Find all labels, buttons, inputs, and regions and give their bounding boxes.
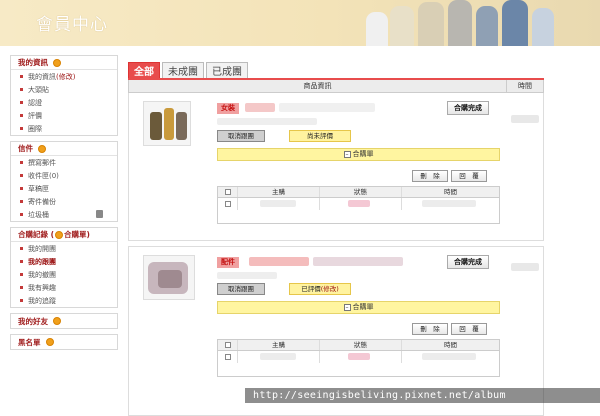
column-time: 時間 bbox=[518, 82, 532, 90]
sidebar-item-my-info[interactable]: 我的資訊 (修改) bbox=[11, 70, 117, 83]
sidebar-item-compose[interactable]: 撰寫郵件 bbox=[11, 156, 117, 169]
main-content: 全部 未成團 已成團 商品資訊 時間 女裝 合購完成 取消跟團 尚未評價 – 合購… bbox=[128, 60, 544, 416]
tab-not-formed[interactable]: 未成團 bbox=[162, 62, 204, 78]
page-title: 會員中心 bbox=[36, 15, 108, 35]
sidebar-section-friends[interactable]: 我的好友 bbox=[10, 313, 118, 329]
sidebar-item-inbox[interactable]: 收件匣(0) bbox=[11, 169, 117, 182]
sidebar-item-my-hosted[interactable]: 我的開團 bbox=[11, 242, 117, 255]
sidebar-item-verification[interactable]: 認證 bbox=[11, 96, 117, 109]
sidebar-section-title: 黑名單 bbox=[11, 335, 117, 349]
blurred-title bbox=[249, 257, 309, 266]
group-order-table: 主購 狀態 時間 bbox=[217, 339, 500, 377]
sidebar-item-drafts[interactable]: 草稿匣 bbox=[11, 182, 117, 195]
column-host: 主購 bbox=[238, 340, 320, 350]
collapse-icon[interactable]: – bbox=[343, 303, 351, 311]
sidebar-section-mail: 信件 撰寫郵件 收件匣(0) 草稿匣 寄件備份 垃圾桶 bbox=[10, 141, 118, 222]
review-button[interactable]: 尚未評價 bbox=[289, 130, 351, 142]
blurred-detail bbox=[217, 118, 317, 125]
sidebar-section-title: 信件 bbox=[11, 142, 117, 156]
sidebar-item-avatar[interactable]: 大頭貼 bbox=[11, 83, 117, 96]
mail-dot-icon bbox=[38, 144, 46, 153]
row-checkbox[interactable] bbox=[224, 200, 231, 207]
tab-formed[interactable]: 已成團 bbox=[206, 62, 248, 78]
group-order-bar[interactable]: – 合購單 bbox=[217, 301, 500, 314]
sidebar-item-sent[interactable]: 寄件備份 bbox=[11, 195, 117, 208]
group-order-table: 主購 狀態 時間 bbox=[217, 186, 500, 224]
product-thumbnail[interactable] bbox=[143, 255, 195, 300]
blurred-title bbox=[245, 103, 275, 112]
sidebar-section-title: 合購記錄 (合購單) bbox=[11, 228, 117, 242]
tab-all[interactable]: 全部 bbox=[128, 62, 160, 78]
friends-dot-icon bbox=[53, 317, 61, 325]
tab-bar: 全部 未成團 已成團 bbox=[128, 60, 544, 78]
blurred-detail bbox=[217, 272, 277, 279]
category-tag: 女裝 bbox=[217, 103, 239, 114]
group-order-bar[interactable]: – 合購單 bbox=[217, 148, 500, 161]
blurred-title bbox=[279, 103, 375, 112]
header-banner: 會員中心 bbox=[0, 0, 600, 46]
sidebar-item-my-joined[interactable]: 我的跟團 bbox=[11, 255, 117, 268]
sidebar-section-info: 我的資訊 我的資訊 (修改) 大頭貼 認證 評價 圈際 bbox=[10, 55, 118, 136]
blurred-time bbox=[511, 263, 539, 271]
cancel-join-button[interactable]: 取消跟團 bbox=[217, 283, 265, 295]
category-tag: 配件 bbox=[217, 257, 239, 268]
watermark-url: http://seeingisbeliving.pixnet.net/album bbox=[245, 388, 600, 403]
table-row bbox=[218, 351, 499, 363]
delete-button[interactable]: 刪 除 bbox=[412, 170, 448, 182]
cancel-join-button[interactable]: 取消跟團 bbox=[217, 130, 265, 142]
product-thumbnail[interactable] bbox=[143, 101, 191, 146]
member-silhouettes-image bbox=[366, 0, 556, 46]
reply-button[interactable]: 回 覆 bbox=[451, 323, 487, 335]
review-edit-link[interactable]: (修改) bbox=[321, 285, 339, 293]
group-dot-icon bbox=[55, 230, 64, 239]
sub-table-header: 主購 狀態 時間 bbox=[218, 340, 499, 351]
blurred-time bbox=[511, 115, 539, 123]
sidebar-item-reviews[interactable]: 評價 bbox=[11, 109, 117, 122]
collapse-icon[interactable]: – bbox=[343, 150, 351, 158]
sidebar-item-circle[interactable]: 圈際 bbox=[11, 122, 117, 135]
sidebar-item-my-withdrawn[interactable]: 我的撤團 bbox=[11, 268, 117, 281]
info-dot-icon bbox=[53, 58, 61, 67]
sidebar-item-interested[interactable]: 我有興趣 bbox=[11, 281, 117, 294]
sidebar-section-title: 我的資訊 bbox=[11, 56, 117, 70]
sidebar-section-blacklist[interactable]: 黑名單 bbox=[10, 334, 118, 350]
sidebar-item-trash[interactable]: 垃圾桶 bbox=[11, 208, 117, 221]
select-all-checkbox[interactable] bbox=[224, 189, 231, 195]
reply-button[interactable]: 回 覆 bbox=[451, 170, 487, 182]
blacklist-dot-icon bbox=[45, 338, 54, 346]
sidebar-section-title: 我的好友 bbox=[11, 314, 117, 328]
sub-table-header: 主購 狀態 時間 bbox=[218, 187, 499, 198]
column-status: 狀態 bbox=[320, 340, 402, 350]
complete-group-button[interactable]: 合購完成 bbox=[447, 101, 489, 115]
select-all-checkbox[interactable] bbox=[224, 342, 231, 348]
column-host: 主購 bbox=[238, 187, 320, 197]
order-card: 女裝 合購完成 取消跟團 尚未評價 – 合購單 刪 除 回 覆 主購 狀態 時間 bbox=[128, 93, 544, 241]
column-time: 時間 bbox=[444, 341, 457, 349]
column-time: 時間 bbox=[444, 188, 457, 196]
sidebar-section-group-buy: 合購記錄 (合購單) 我的開團 我的跟團 我的撤團 我有興趣 我的追蹤 bbox=[10, 227, 118, 308]
table-row bbox=[218, 198, 499, 210]
sidebar: 我的資訊 我的資訊 (修改) 大頭貼 認證 評價 圈際 信件 撰寫郵件 收件匣(0… bbox=[10, 55, 118, 403]
complete-group-button[interactable]: 合購完成 bbox=[447, 255, 489, 269]
table-header: 商品資訊 時間 bbox=[128, 80, 544, 93]
blurred-title bbox=[313, 257, 403, 266]
delete-button[interactable]: 刪 除 bbox=[412, 323, 448, 335]
row-checkbox[interactable] bbox=[224, 353, 231, 360]
column-status: 狀態 bbox=[320, 187, 402, 197]
column-goods-info: 商品資訊 bbox=[129, 80, 507, 92]
review-button[interactable]: 已評價(修改) bbox=[289, 283, 351, 295]
sidebar-item-tracking[interactable]: 我的追蹤 bbox=[11, 294, 117, 307]
trash-icon[interactable] bbox=[96, 210, 103, 218]
